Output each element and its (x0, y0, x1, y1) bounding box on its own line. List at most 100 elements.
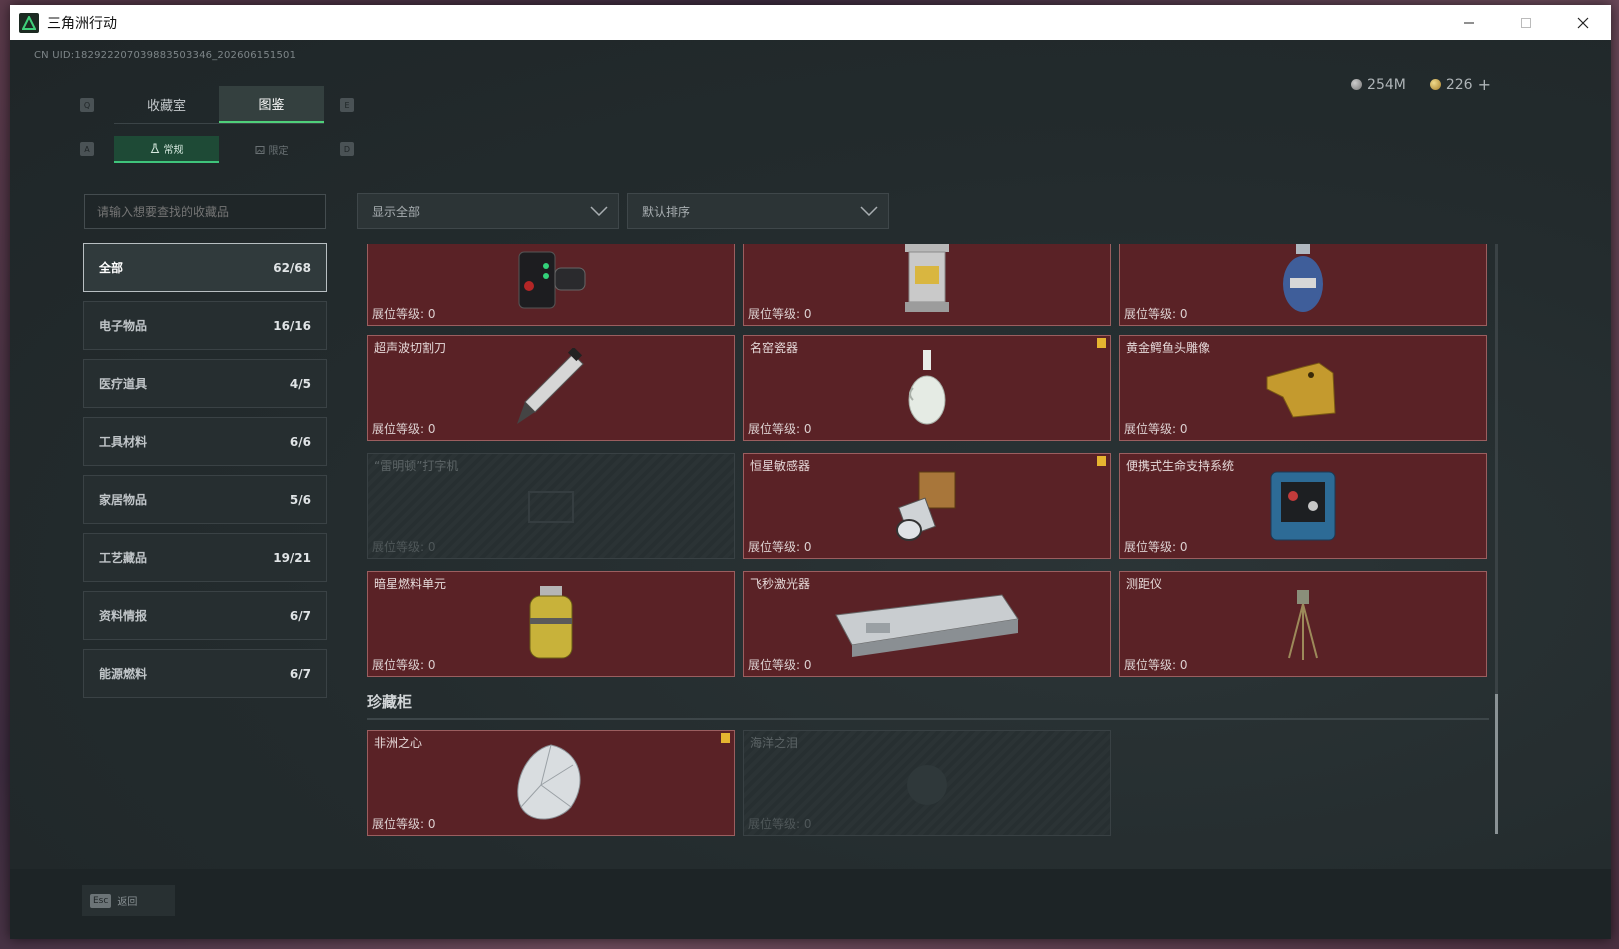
main-content: CN UID:1829222070398835033​46_2026061515… (10, 40, 1611, 939)
esc-key-hint: Esc (90, 893, 112, 908)
tab-regular[interactable]: 常规 (114, 136, 219, 163)
item-card[interactable]: 便携式生命支持系统 展位等级: 0 (1119, 453, 1487, 559)
footer-bar: Esc 返回 (10, 869, 1611, 939)
category-all[interactable]: 全部 62/68 (83, 243, 327, 292)
category-count: 4/5 (289, 376, 311, 391)
category-label: 家居物品 (99, 493, 148, 507)
app-window: 三角洲行动 CN UID:1829222070398835033​46_2026… (10, 5, 1611, 939)
tab-catalog[interactable]: 图鉴 (219, 86, 324, 123)
close-button[interactable] (1554, 5, 1611, 40)
category-count: 6/6 (289, 434, 311, 449)
category-count: 6/7 (289, 666, 311, 681)
item-card[interactable]: 展位等级: 0 (1119, 244, 1487, 326)
silver-currency: 254M (1351, 75, 1406, 94)
gold-currency[interactable]: 226 + (1429, 75, 1491, 94)
category-fuel[interactable]: 能源燃料 6/7 (83, 649, 327, 698)
category-tools[interactable]: 工具材料 6/6 (83, 417, 327, 466)
scrollbar[interactable] (1495, 244, 1498, 834)
vault-item-card-locked[interactable]: 海洋之泪 展位等级: 0 (743, 730, 1111, 836)
tab-regular-label: 常规 (163, 145, 184, 156)
tab-collection-room[interactable]: 收藏室 (114, 86, 219, 123)
uid-label: CN UID:1829222070398835033​46_2026061515… (34, 50, 297, 61)
item-level: 展位等级: 0 (372, 540, 436, 554)
item-card[interactable]: 恒星敏感器 展位等级: 0 (743, 453, 1111, 559)
item-card-locked[interactable]: “雷明顿”打字机 展位等级: 0 (367, 453, 735, 559)
category-count: 16/16 (273, 318, 311, 333)
silver-coin-icon (1351, 79, 1363, 90)
item-card[interactable]: 展位等级: 0 (743, 244, 1111, 326)
category-intel[interactable]: 资料情报 6/7 (83, 591, 327, 640)
item-name: “雷明顿”打字机 (374, 459, 459, 473)
item-card[interactable]: 超声波切割刀 展位等级: 0 (367, 335, 735, 441)
item-level: 展位等级: 0 (372, 817, 436, 831)
item-level: 展位等级: 0 (748, 540, 812, 554)
item-name: 恒星敏感器 (750, 459, 811, 473)
item-card[interactable]: 展位等级: 0 (367, 244, 735, 326)
gold-crocodile-statue-icon (1266, 362, 1336, 418)
alert-flag-icon (721, 733, 730, 743)
silver-value: 254M (1367, 76, 1406, 93)
item-card[interactable]: 飞秒激光器 展位等级: 0 (743, 571, 1111, 677)
category-list: 全部 62/68 电子物品 16/16 医疗道具 4/5 工具材料 6/6 家居物品 5/… (83, 243, 327, 707)
item-name: 名窑瓷器 (750, 341, 799, 355)
maximize-button[interactable] (1497, 5, 1554, 40)
rangefinder-tripod-icon (1288, 590, 1318, 660)
search-input[interactable] (84, 194, 326, 229)
item-level: 展位等级: 0 (372, 422, 436, 436)
category-household[interactable]: 家居物品 5/6 (83, 475, 327, 524)
key-hint-d: D (340, 142, 354, 156)
category-label: 工具材料 (99, 435, 148, 449)
item-level: 展位等级: 0 (1124, 422, 1188, 436)
star-sensor-icon (896, 471, 956, 541)
key-hint-q: Q (80, 98, 94, 112)
item-card[interactable]: 名窑瓷器 展位等级: 0 (743, 335, 1111, 441)
item-card[interactable]: 测距仪 展位等级: 0 (1119, 571, 1487, 677)
scrollbar-thumb[interactable] (1495, 694, 1498, 834)
item-card[interactable]: 暗星燃料单元 展位等级: 0 (367, 571, 735, 677)
category-count: 19/21 (273, 550, 311, 565)
gem-silhouette-icon (907, 765, 947, 805)
minimize-button[interactable] (1440, 5, 1497, 40)
section-divider (367, 718, 1489, 720)
sort-dropdown-value: 默认排序 (642, 204, 691, 219)
category-label: 全部 (99, 261, 124, 275)
filter-dropdown-value: 显示全部 (372, 204, 421, 219)
life-support-system-icon (1270, 471, 1336, 541)
category-label: 能源燃料 (99, 667, 148, 681)
item-name: 海洋之泪 (750, 736, 799, 750)
diamond-icon (517, 744, 581, 820)
filter-dropdown[interactable]: 显示全部 (357, 193, 619, 229)
category-crafts[interactable]: 工艺藏品 19/21 (83, 533, 327, 582)
category-medical[interactable]: 医疗道具 4/5 (83, 359, 327, 408)
back-button[interactable]: Esc 返回 (82, 885, 175, 916)
ultrasonic-knife-icon (517, 348, 584, 424)
add-currency-button[interactable]: + (1478, 75, 1491, 94)
item-name: 飞秒激光器 (750, 577, 811, 591)
item-name: 便携式生命支持系统 (1126, 459, 1235, 473)
item-level: 展位等级: 0 (1124, 658, 1188, 672)
porcelain-vase-icon (908, 350, 946, 425)
tab-limited-label: 限定 (268, 146, 289, 157)
item-name: 非洲之心 (374, 736, 423, 750)
item-name: 测距仪 (1126, 577, 1163, 591)
category-count: 6/7 (289, 608, 311, 623)
category-electronics[interactable]: 电子物品 16/16 (83, 301, 327, 350)
vault-section-title: 珍藏柜 (367, 693, 413, 711)
gold-coin-icon (1429, 79, 1441, 90)
key-hint-a: A (80, 142, 94, 156)
category-label: 资料情报 (99, 609, 148, 623)
vault-item-card[interactable]: 非洲之心 展位等级: 0 (367, 730, 735, 836)
item-name: 黄金鳄鱼头雕像 (1126, 341, 1211, 355)
category-label: 医疗道具 (99, 377, 148, 391)
femtosecond-laser-icon (835, 594, 1019, 657)
item-level: 展位等级: 0 (1124, 307, 1188, 321)
item-level: 展位等级: 0 (372, 307, 436, 321)
item-level: 展位等级: 0 (1124, 540, 1188, 554)
sort-dropdown[interactable]: 默认排序 (627, 193, 889, 229)
item-card[interactable]: 黄金鳄鱼头雕像 展位等级: 0 (1119, 335, 1487, 441)
back-label: 返回 (117, 897, 138, 908)
item-name: 超声波切割刀 (374, 341, 447, 355)
typewriter-silhouette-icon (528, 491, 574, 523)
window-title: 三角洲行动 (47, 15, 117, 32)
tab-limited[interactable]: 限定 (219, 136, 324, 163)
